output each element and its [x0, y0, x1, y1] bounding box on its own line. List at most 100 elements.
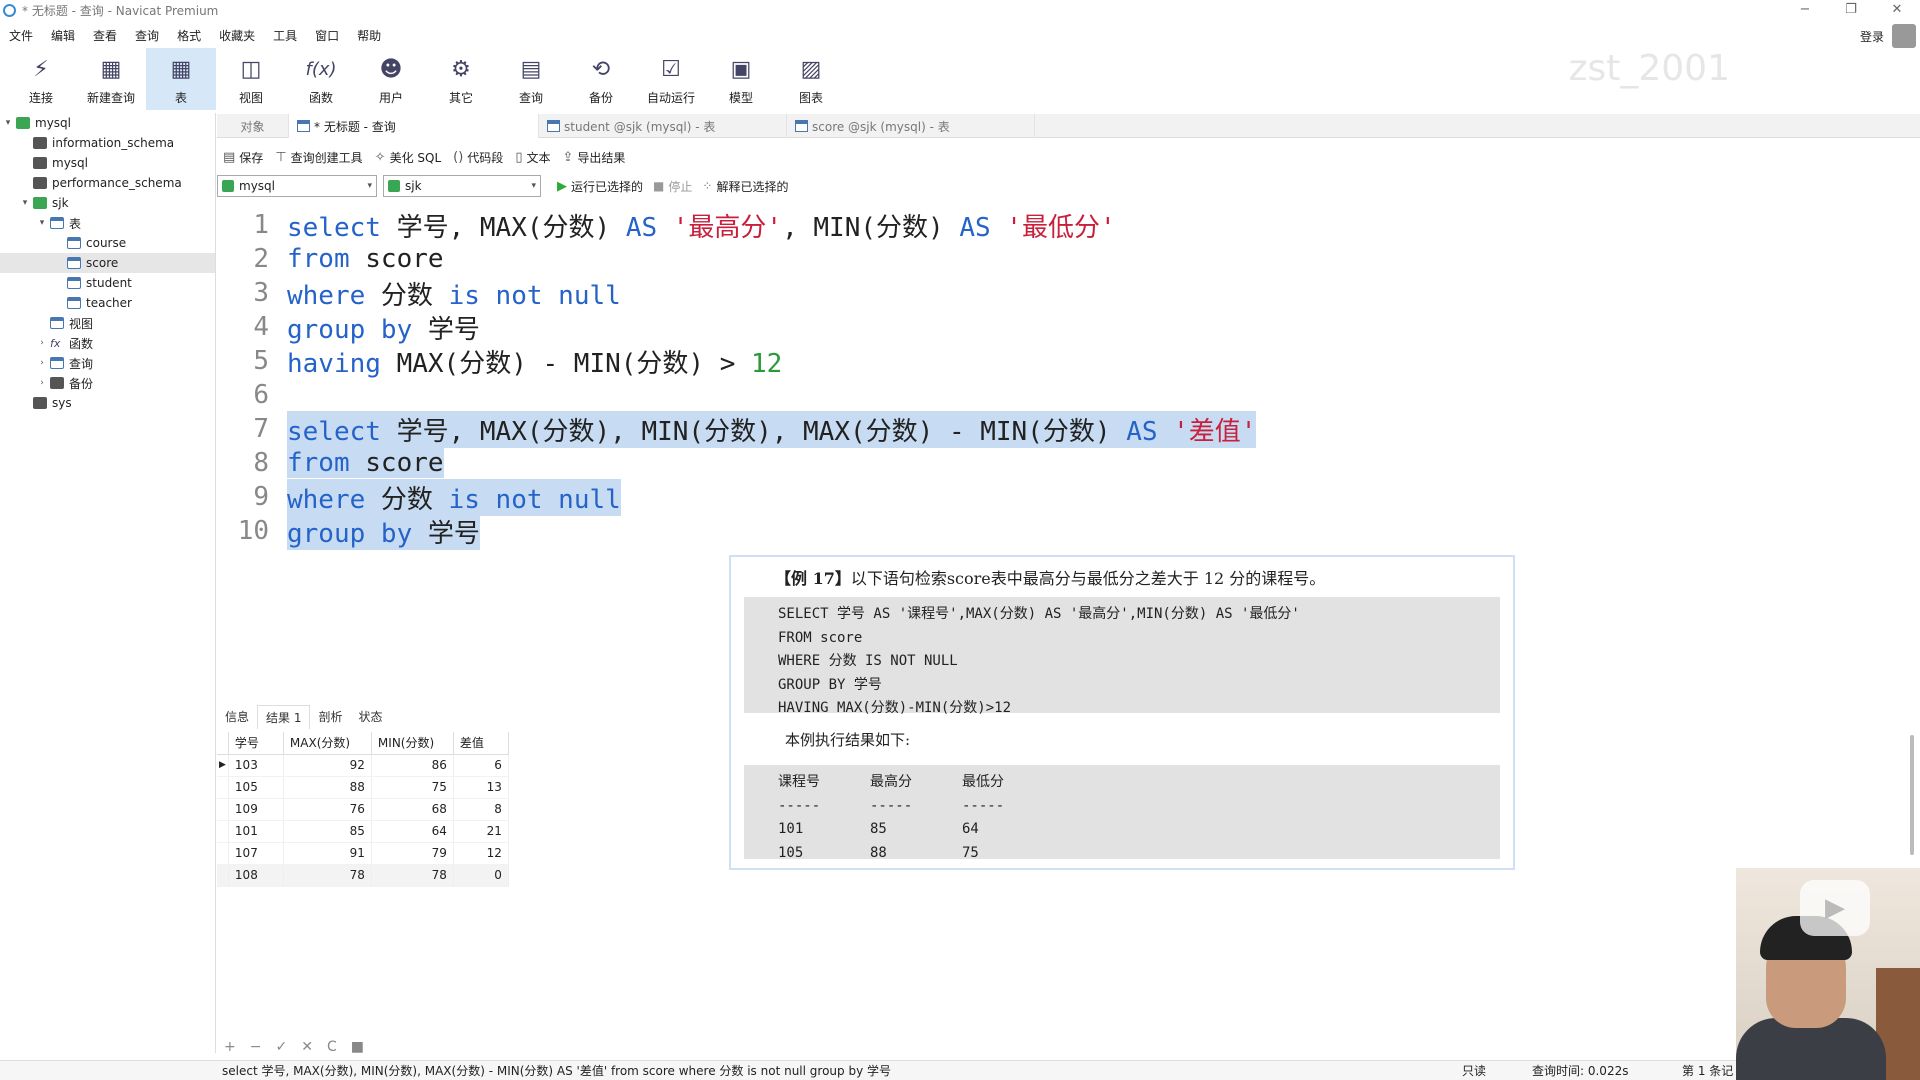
grid-cell[interactable]: 12 — [453, 842, 509, 865]
chevron-icon[interactable]: › — [36, 338, 48, 348]
tree-item-mysql[interactable]: ▾ mysql — [0, 113, 215, 133]
connection-select[interactable]: mysql ▾ — [217, 175, 377, 197]
result-tab-3[interactable]: 状态 — [350, 705, 390, 729]
grid-cell[interactable]: 107 — [228, 842, 284, 865]
restore-button[interactable]: ❐ — [1828, 0, 1874, 20]
result-tab-2[interactable]: 剖析 — [310, 705, 350, 729]
text-button[interactable]: ▯ 文本 — [515, 149, 550, 166]
table-row[interactable]: 109 76 68 8 — [217, 798, 509, 821]
results-scrollbar[interactable] — [1910, 735, 1914, 855]
chevron-icon[interactable]: › — [36, 358, 48, 368]
toolbar-autorun-button[interactable]: ☑ 自动运行 — [636, 48, 706, 110]
toolbar-table-button[interactable]: ▦ 表 — [146, 48, 216, 110]
toolbar-view-button[interactable]: ◫ 视图 — [216, 48, 286, 110]
toolbar-new-query-button[interactable]: ▦ 新建查询 — [76, 48, 146, 110]
avatar[interactable] — [1892, 24, 1916, 48]
result-tab-1[interactable]: 结果 1 — [257, 705, 311, 729]
grid-cell[interactable]: 103 — [228, 754, 284, 777]
column-header[interactable]: MAX(分数) — [283, 732, 372, 755]
add-record-button[interactable]: + — [224, 1039, 236, 1055]
stop-button[interactable]: ■ — [351, 1039, 364, 1055]
grid-cell[interactable]: 64 — [371, 820, 454, 843]
grid-cell[interactable]: 75 — [371, 776, 454, 799]
grid-cell[interactable]: 105 — [228, 776, 284, 799]
menu-window[interactable]: 窗口 — [306, 27, 348, 44]
grid-cell[interactable]: 8 — [453, 798, 509, 821]
query-builder-button[interactable]: ⊤ 查询创建工具 — [275, 149, 362, 166]
snippet-button[interactable]: () 代码段 — [453, 149, 503, 166]
tab-0[interactable]: 对象 — [217, 114, 289, 138]
toolbar-other-button[interactable]: ⚙ 其它 — [426, 48, 496, 110]
tree-item-[interactable]: › 查询 — [0, 353, 215, 373]
table-row[interactable]: 105 88 75 13 — [217, 776, 509, 799]
tree-item-[interactable]: 视图 — [0, 313, 215, 333]
column-header[interactable]: 学号 — [228, 732, 284, 755]
menu-edit[interactable]: 编辑 — [42, 27, 84, 44]
tree-item-[interactable]: › fx 函数 — [0, 333, 215, 353]
menu-file[interactable]: 文件 — [0, 27, 42, 44]
chevron-icon[interactable]: ▾ — [19, 198, 31, 208]
close-button[interactable]: ✕ — [1874, 0, 1920, 20]
table-row[interactable]: 108 78 78 0 — [217, 864, 509, 887]
database-select[interactable]: sjk ▾ — [383, 175, 541, 197]
grid-cell[interactable]: 108 — [228, 864, 284, 887]
chevron-icon[interactable]: ▾ — [36, 218, 48, 228]
tree-item-course[interactable]: course — [0, 233, 215, 253]
grid-cell[interactable]: 78 — [283, 864, 372, 887]
discard-button[interactable]: ✕ — [301, 1039, 313, 1055]
stop-button[interactable]: ■ 停止 — [653, 178, 692, 195]
tree-item-mysql[interactable]: mysql — [0, 153, 215, 173]
grid-cell[interactable]: 109 — [228, 798, 284, 821]
toolbar-model-button[interactable]: ▣ 模型 — [706, 48, 776, 110]
tree-item-teacher[interactable]: teacher — [0, 293, 215, 313]
login-link[interactable]: 登录 — [1860, 28, 1884, 45]
tab-1[interactable]: * 无标题 - 查询 — [289, 114, 539, 138]
grid-cell[interactable]: 88 — [283, 776, 372, 799]
save-button[interactable]: ▤ 保存 — [223, 149, 263, 166]
result-grid[interactable]: 学号 MAX(分数) MIN(分数) 差值 ▶ 103 92 86 6 105 88 75 13 109 7… — [217, 732, 509, 887]
run-selected-button[interactable]: ▶ 运行已选择的 — [557, 178, 643, 195]
toolbar-backup-button[interactable]: ⟲ 备份 — [566, 48, 636, 110]
grid-cell[interactable]: 68 — [371, 798, 454, 821]
apply-button[interactable]: ✓ — [275, 1039, 287, 1055]
explain-selected-button[interactable]: ⁘ 解释已选择的 — [702, 178, 788, 195]
toolbar-query-button[interactable]: ▤ 查询 — [496, 48, 566, 110]
menu-tools[interactable]: 工具 — [264, 27, 306, 44]
grid-cell[interactable]: 86 — [371, 754, 454, 777]
tree-item-[interactable]: › 备份 — [0, 373, 215, 393]
tree-item-student[interactable]: student — [0, 273, 215, 293]
toolbar-chart-button[interactable]: ▨ 图表 — [776, 48, 846, 110]
toolbar-function-button[interactable]: f(x) 函数 — [286, 48, 356, 110]
refresh-button[interactable]: C — [327, 1039, 337, 1055]
tab-2[interactable]: student @sjk (mysql) - 表 — [539, 114, 787, 138]
result-tab-0[interactable]: 信息 — [217, 705, 257, 729]
table-row[interactable]: 101 85 64 21 — [217, 820, 509, 843]
grid-cell[interactable]: 6 — [453, 754, 509, 777]
toolbar-plug-button[interactable]: ⚡ 连接 — [6, 48, 76, 110]
grid-cell[interactable]: 92 — [283, 754, 372, 777]
tree-item-sjk[interactable]: ▾ sjk — [0, 193, 215, 213]
beautify-button[interactable]: ✧ 美化 SQL — [375, 149, 441, 166]
menu-query[interactable]: 查询 — [126, 27, 168, 44]
tree-item-performance_schema[interactable]: performance_schema — [0, 173, 215, 193]
export-button[interactable]: ⇪ 导出结果 — [562, 149, 625, 166]
menu-help[interactable]: 帮助 — [348, 27, 390, 44]
menu-view[interactable]: 查看 — [84, 27, 126, 44]
chevron-icon[interactable]: › — [36, 378, 48, 388]
grid-cell[interactable]: 85 — [283, 820, 372, 843]
tree-item-[interactable]: ▾ 表 — [0, 213, 215, 233]
toolbar-user-button[interactable]: ☻ 用户 — [356, 48, 426, 110]
delete-record-button[interactable]: − — [250, 1039, 262, 1055]
table-row[interactable]: ▶ 103 92 86 6 — [217, 754, 509, 777]
tree-item-information_schema[interactable]: information_schema — [0, 133, 215, 153]
chevron-icon[interactable]: ▾ — [2, 118, 14, 128]
column-header[interactable]: 差值 — [453, 732, 509, 755]
minimize-button[interactable]: − — [1782, 0, 1828, 20]
tab-3[interactable]: score @sjk (mysql) - 表 — [787, 114, 1035, 138]
column-header[interactable]: MIN(分数) — [371, 732, 454, 755]
grid-cell[interactable]: 101 — [228, 820, 284, 843]
table-row[interactable]: 107 91 79 12 — [217, 842, 509, 865]
grid-cell[interactable]: 13 — [453, 776, 509, 799]
tree-item-sys[interactable]: sys — [0, 393, 215, 413]
menu-format[interactable]: 格式 — [168, 27, 210, 44]
